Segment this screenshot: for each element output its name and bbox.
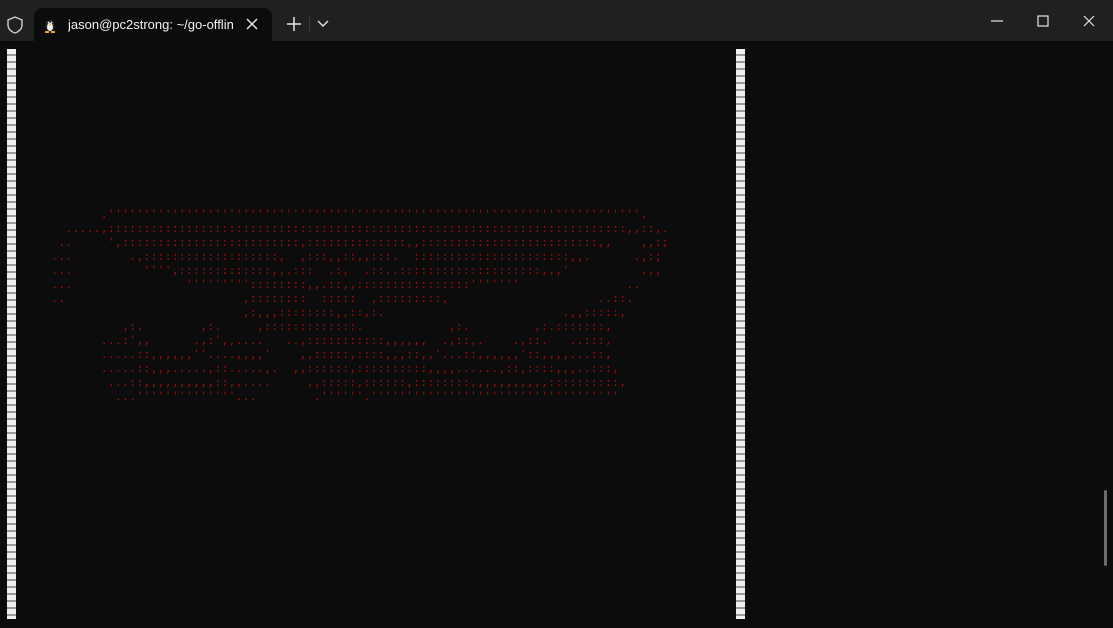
divider — [309, 15, 310, 33]
window-close-icon[interactable] — [1080, 12, 1098, 30]
linux-penguin-icon — [44, 20, 56, 33]
shield-icon — [7, 16, 23, 34]
terminal-output[interactable]: .'''''''''''''''''''''''''''''''''''''''… — [0, 41, 1113, 628]
scrollbar-thumb[interactable] — [1104, 490, 1107, 566]
title-bar: jason@pc2strong: ~/go-offline — [0, 0, 1113, 41]
minimize-icon[interactable] — [988, 12, 1006, 30]
maximize-icon[interactable] — [1034, 12, 1052, 30]
tab-terminal[interactable]: jason@pc2strong: ~/go-offline — [34, 8, 272, 41]
left-wall — [7, 49, 16, 619]
plus-icon[interactable] — [285, 15, 303, 33]
close-icon[interactable] — [244, 16, 260, 32]
chevron-down-icon[interactable] — [316, 18, 330, 30]
right-wall — [736, 49, 745, 619]
tab-title: jason@pc2strong: ~/go-offline — [68, 17, 234, 32]
ascii-art-banner: .'''''''''''''''''''''''''''''''''''''''… — [51, 208, 669, 403]
